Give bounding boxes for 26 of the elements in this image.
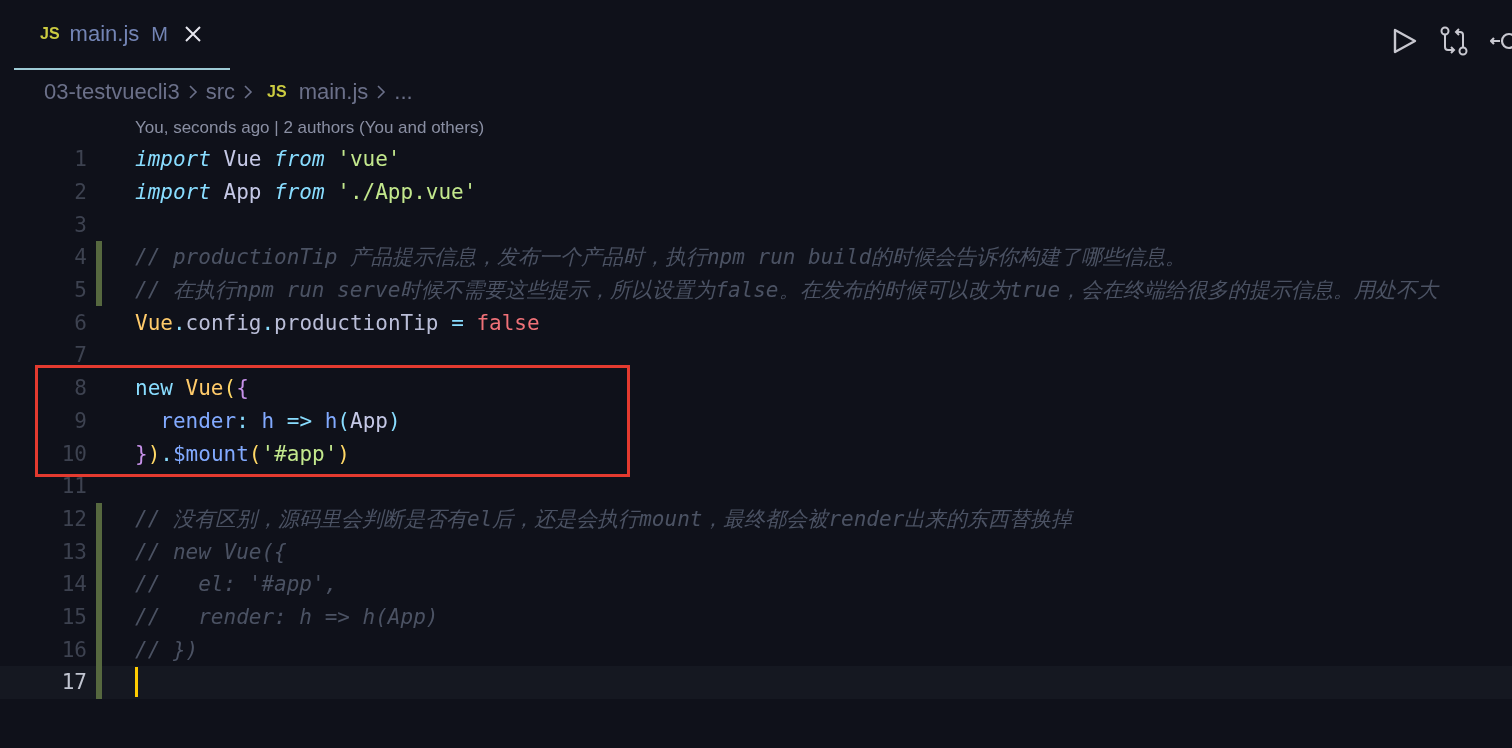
editor-tab[interactable]: JS main.js M xyxy=(14,0,230,70)
code-line: new Vue({ xyxy=(135,376,249,401)
code-line: import Vue from 'vue' xyxy=(135,147,401,172)
compare-changes-icon[interactable] xyxy=(1440,26,1468,56)
breadcrumb-item[interactable]: 03-testvuecli3 xyxy=(44,78,180,105)
breadcrumb-item[interactable]: src xyxy=(205,78,236,105)
breadcrumb-item[interactable]: ... xyxy=(394,78,413,105)
line-number: 17 xyxy=(60,670,87,695)
code-line: // }) xyxy=(135,637,199,662)
chevron-icon xyxy=(243,83,254,100)
code-line: }).$mount('#app') xyxy=(135,441,350,466)
code-line: // 在执行npm run serve时候不需要这些提示，所以设置为false。在发布的时候可以改为true，会在终端给很多的提示信息。用处不大 xyxy=(135,277,1439,305)
code-line: import App from './App.vue' xyxy=(135,180,477,205)
close-icon[interactable] xyxy=(183,25,202,43)
breadcrumb-item[interactable]: JS main.js xyxy=(261,78,369,105)
blame-annotation: You, seconds ago | 2 authors (You and others) xyxy=(135,118,485,138)
code-line: Vue.config.productionTip = false xyxy=(135,310,540,335)
chevron-icon xyxy=(187,83,198,100)
code-line: // new Vue({ xyxy=(135,539,287,564)
code-line: // 没有区别，源码里会判断是否有el后，还是会执行mount，最终都会被render出来的东西替换掉 xyxy=(135,505,1073,533)
code-line: // render: h => h(App) xyxy=(135,604,439,629)
play-icon[interactable] xyxy=(1392,27,1418,55)
chevron-icon xyxy=(376,83,387,100)
code-line: // el: '#app', xyxy=(135,572,338,597)
code-line: render: h => h(App) xyxy=(159,408,401,433)
code-line: // productionTip 产品提示信息，发布一个产品时，执行npm run build的时候会告诉你构建了哪些信息。 xyxy=(135,244,1187,272)
